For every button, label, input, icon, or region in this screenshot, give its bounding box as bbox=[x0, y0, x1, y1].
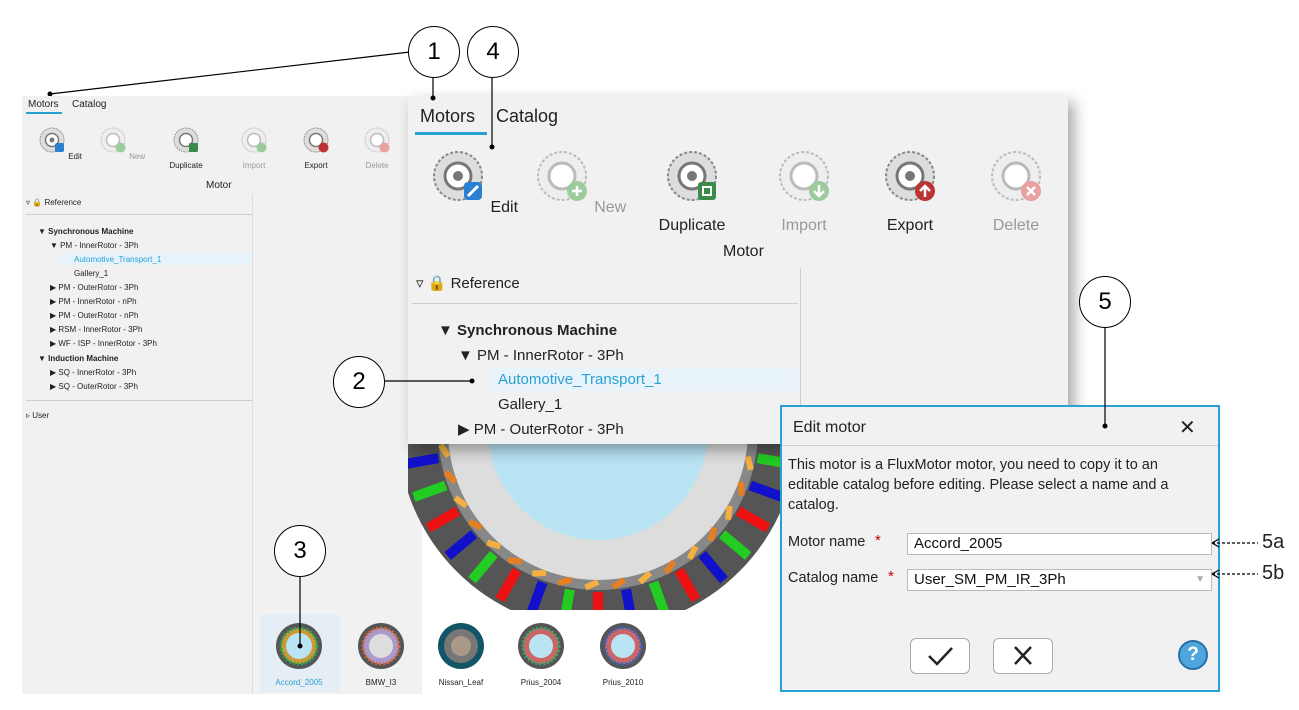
callout-5: 5 bbox=[1079, 276, 1131, 328]
callout-3: 3 bbox=[274, 525, 326, 577]
callout-5b: 5b bbox=[1262, 562, 1285, 584]
callout-1: 1 bbox=[408, 26, 460, 78]
annotation-lines-front bbox=[297, 77, 1258, 649]
callout-2: 2 bbox=[333, 356, 385, 408]
callout-5a: 5a bbox=[1262, 531, 1285, 553]
callout-4: 4 bbox=[467, 26, 519, 78]
